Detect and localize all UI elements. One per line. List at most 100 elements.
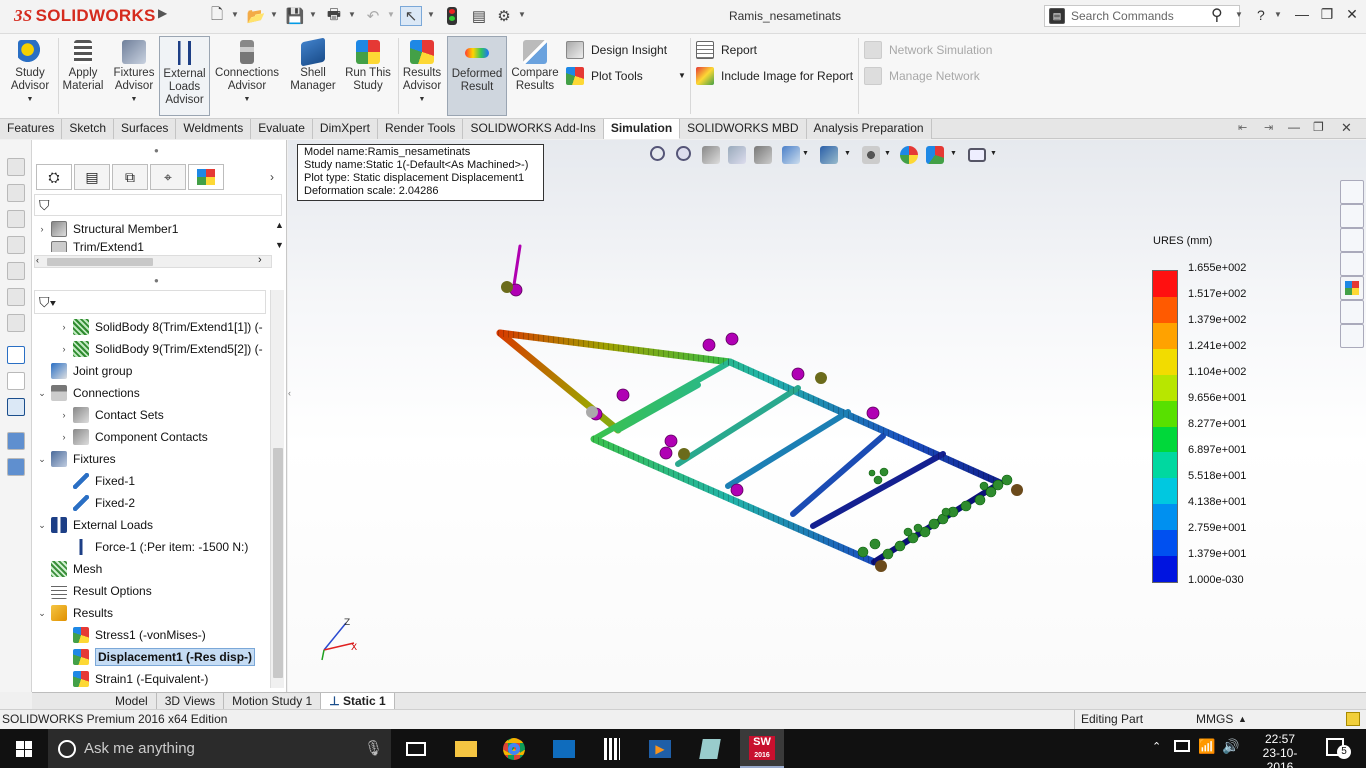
- battery-icon[interactable]: [1174, 740, 1190, 752]
- strip-tool-icon-5[interactable]: [7, 262, 25, 280]
- expand-icon[interactable]: ⌄: [36, 608, 48, 619]
- strip-curve-icon[interactable]: [7, 346, 25, 364]
- connections-advisor-button[interactable]: Connections Advisor ▼: [212, 36, 282, 116]
- tree-item[interactable]: Mesh: [36, 558, 102, 580]
- help-icon[interactable]: ?: [1257, 7, 1265, 23]
- tree-vscroll[interactable]: [270, 290, 284, 688]
- tray-overflow-icon[interactable]: ⌃: [1152, 740, 1161, 753]
- expand-icon[interactable]: ›: [58, 322, 70, 332]
- run-this-study-button[interactable]: Run This Study: [342, 36, 394, 116]
- tab-solidworks-mbd[interactable]: SOLIDWORKS MBD: [680, 119, 807, 139]
- solidworks-resources-icon[interactable]: [1340, 180, 1364, 204]
- calculator-icon[interactable]: [596, 733, 628, 765]
- configuration-tab-icon[interactable]: ⧉: [112, 164, 148, 190]
- tree-item[interactable]: Fixed-2: [58, 492, 135, 514]
- tab-model[interactable]: Model: [107, 693, 157, 709]
- expand-icon[interactable]: ⌄: [36, 388, 48, 399]
- plot-tools-button[interactable]: Plot Tools: [566, 65, 643, 87]
- appearances-scenes-icon[interactable]: [1340, 276, 1364, 300]
- tab-simulation[interactable]: Simulation: [603, 119, 681, 139]
- tree-item[interactable]: ⌄ Connections: [36, 382, 140, 404]
- microphone-icon[interactable]: 🎙: [364, 739, 383, 757]
- tree-item[interactable]: ⌄ Results: [36, 602, 113, 624]
- options-gear-icon[interactable]: ⚙: [493, 6, 515, 26]
- save-dropdown-icon[interactable]: ▼: [309, 10, 317, 19]
- tree-item[interactable]: › SolidBody 9(Trim/Extend5[2]) (-: [58, 338, 263, 360]
- custom-properties-icon[interactable]: [1340, 300, 1364, 324]
- task-view-icon[interactable]: [400, 733, 432, 765]
- undo-icon[interactable]: ↶: [362, 6, 384, 26]
- feature-tree-tab-icon[interactable]: ⛭: [36, 164, 72, 190]
- tab-sketch[interactable]: Sketch: [62, 119, 115, 139]
- minimize-button[interactable]: —: [1291, 6, 1313, 26]
- tree-item-trim-extend[interactable]: Trim/Extend1: [48, 240, 144, 252]
- deformed-result-button[interactable]: Deformed Result: [447, 36, 507, 116]
- select-dropdown-icon[interactable]: ▼: [427, 10, 435, 19]
- manage-network-button[interactable]: Manage Network: [864, 65, 980, 87]
- new-dropdown-icon[interactable]: ▼: [231, 10, 239, 19]
- tab-static-1[interactable]: ⊥ Static 1: [321, 693, 395, 709]
- doc-close-button[interactable]: ✕: [1341, 120, 1352, 136]
- options-dropdown-icon[interactable]: ▼: [518, 10, 526, 19]
- search-icon[interactable]: ⚲: [1211, 5, 1223, 25]
- search-dropdown-icon[interactable]: ▼: [1235, 10, 1243, 19]
- tree-top-scroll-up-icon[interactable]: ▲: [275, 220, 284, 230]
- forum-icon[interactable]: [1340, 324, 1364, 348]
- tab-motion-study-1[interactable]: Motion Study 1: [224, 693, 322, 709]
- strip-display-icon[interactable]: [7, 398, 25, 416]
- print-icon[interactable]: 🖶: [323, 6, 345, 26]
- strip-tool-icon-6[interactable]: [7, 288, 25, 306]
- help-dropdown-icon[interactable]: ▼: [1274, 10, 1282, 19]
- report-button[interactable]: Report: [696, 39, 757, 61]
- external-loads-advisor-button[interactable]: External Loads Advisor: [159, 36, 210, 116]
- tree-item[interactable]: Displacement1 (-Res disp-): [58, 646, 256, 668]
- tree-item[interactable]: Strain1 (-Equivalent-): [58, 668, 208, 688]
- expand-icon[interactable]: ⌄: [36, 454, 48, 465]
- tree-item[interactable]: › SolidBody 8(Trim/Extend1[1]) (-: [58, 316, 263, 338]
- strip-tool-icon-7[interactable]: [7, 314, 25, 332]
- hscroll-right-icon[interactable]: ›: [258, 254, 262, 266]
- open-icon[interactable]: 📂: [245, 6, 267, 26]
- panel-left-icon[interactable]: ⇤: [1238, 121, 1247, 134]
- expand-icon[interactable]: ⌄: [36, 520, 48, 531]
- graphics-viewport[interactable]: ‹ Model name:Ramis_nesametinats Study na…: [288, 140, 1366, 692]
- tree-item[interactable]: Fixed-1: [58, 470, 135, 492]
- app-window-icon[interactable]: [694, 733, 726, 765]
- volume-icon[interactable]: 🔊: [1222, 738, 1239, 755]
- tree-top-scroll-down-icon[interactable]: ▼: [275, 240, 284, 250]
- start-windows-icon[interactable]: [16, 741, 32, 757]
- tree-item[interactable]: ⌄ Fixtures: [36, 448, 116, 470]
- clock[interactable]: 22:57 23-10-2016: [1252, 732, 1308, 768]
- strip-tool-icon-2[interactable]: [7, 184, 25, 202]
- select-pointer-icon[interactable]: ↖: [400, 6, 422, 26]
- dimxpert-tab-icon[interactable]: ⌖: [150, 164, 186, 190]
- doc-restore-button[interactable]: ❐: [1313, 120, 1324, 134]
- network-simulation-button[interactable]: Network Simulation: [864, 39, 992, 61]
- tab-features[interactable]: Features: [0, 119, 63, 139]
- compare-results-button[interactable]: Compare Results: [509, 36, 561, 116]
- chrome-icon[interactable]: [498, 733, 530, 765]
- rebuild-icon[interactable]: [447, 7, 457, 25]
- strip-tool-icon-4[interactable]: [7, 236, 25, 254]
- close-button[interactable]: ✕: [1341, 6, 1363, 26]
- strip-tool-icon-1[interactable]: [7, 158, 25, 176]
- tree-item[interactable]: Result Options: [36, 580, 152, 602]
- tree-item[interactable]: › Component Contacts: [58, 426, 208, 448]
- new-document-icon[interactable]: 🗋: [206, 6, 228, 26]
- tab-analysis-preparation[interactable]: Analysis Preparation: [806, 119, 932, 139]
- unit-system-button[interactable]: MMGS: [1196, 710, 1233, 729]
- tab-3d-views[interactable]: 3D Views: [156, 693, 225, 709]
- expand-icon[interactable]: ›: [58, 344, 70, 354]
- tree-item[interactable]: Stress1 (-vonMises-): [58, 624, 206, 646]
- solidworks-logo[interactable]: 3S SOLIDWORKS: [14, 6, 156, 26]
- fixtures-advisor-button[interactable]: Fixtures Advisor ▼: [110, 36, 158, 116]
- tab-solidworks-add-ins[interactable]: SOLIDWORKS Add-Ins: [463, 119, 604, 139]
- restore-button[interactable]: ❐: [1316, 6, 1338, 26]
- save-icon[interactable]: 💾: [284, 6, 306, 26]
- tree-top-hscroll[interactable]: [34, 255, 272, 268]
- study-advisor-button[interactable]: Study Advisor ▼: [6, 36, 54, 116]
- tab-dimxpert[interactable]: DimXpert: [312, 119, 378, 139]
- tab-render-tools[interactable]: Render Tools: [377, 119, 464, 139]
- property-manager-tab-icon[interactable]: ▤: [74, 164, 110, 190]
- file-explorer-icon[interactable]: [1340, 228, 1364, 252]
